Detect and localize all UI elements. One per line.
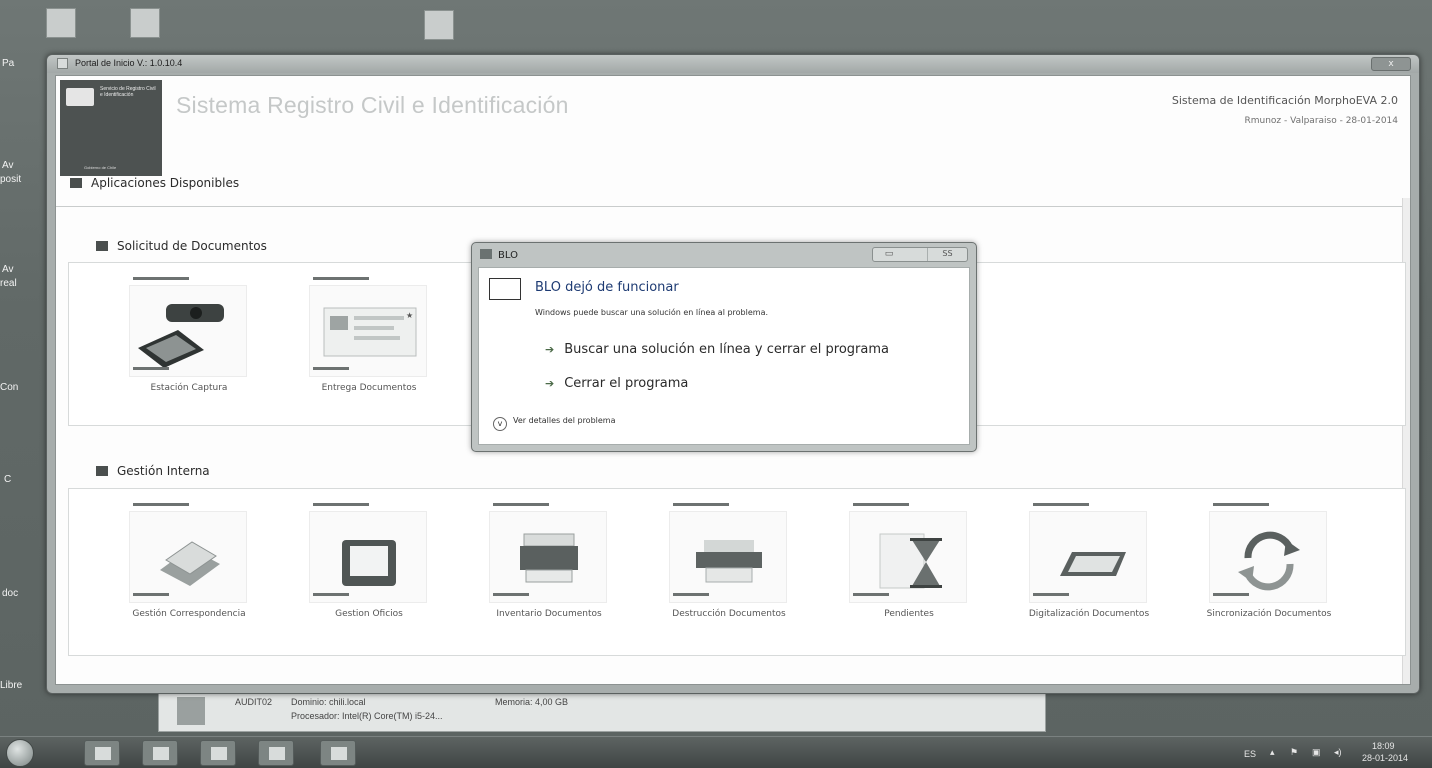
tray-up-arrow-icon[interactable]: ▴ bbox=[1270, 747, 1275, 758]
window-title: Portal de Inicio V.: 1.0.10.4 bbox=[75, 58, 183, 68]
chevron-down-icon: v bbox=[493, 417, 507, 431]
internal-section-header: Gestión Interna bbox=[96, 464, 210, 478]
portal-taskbar-icon[interactable] bbox=[320, 740, 356, 766]
document-icon[interactable] bbox=[424, 10, 454, 40]
inbox-tray-icon bbox=[309, 511, 427, 603]
clock-time[interactable]: 18:09 bbox=[1372, 741, 1395, 751]
app-tile-destruccion-documentos[interactable]: Destrucción Documentos bbox=[649, 497, 809, 637]
memory-text: Memoria: 4,00 GB bbox=[495, 697, 569, 707]
window-close-button[interactable]: x bbox=[1371, 57, 1411, 71]
system-tray: ES ▴ ⚑ ▣ ◂) 18:09 28-01-2014 bbox=[1224, 741, 1424, 767]
explorer-taskbar-icon[interactable] bbox=[142, 740, 178, 766]
app-tile-label: Destrucción Documentos bbox=[672, 609, 786, 619]
domain-text: Dominio: chili.local bbox=[291, 697, 366, 707]
media-player-taskbar-icon[interactable] bbox=[200, 740, 236, 766]
svg-text:★: ★ bbox=[406, 311, 413, 320]
scanner-icon bbox=[1029, 511, 1147, 603]
app-tile-label: Gestion Oficios bbox=[335, 609, 403, 619]
envelopes-icon bbox=[129, 511, 247, 603]
volume-icon[interactable]: ◂) bbox=[1334, 747, 1342, 758]
show-details-toggle[interactable]: v Ver detalles del problema bbox=[493, 416, 616, 431]
registro-civil-logo: Servicio de Registro Civil e Identificac… bbox=[60, 80, 162, 176]
start-button[interactable] bbox=[6, 739, 34, 767]
program-window-icon bbox=[489, 278, 521, 300]
error-dialog: BLO ▭ SS BLO dejó de funcionar Windows p… bbox=[471, 242, 977, 452]
search-solution-option[interactable]: ➔ Buscar una solución en línea y cerrar e… bbox=[545, 342, 889, 357]
ie-taskbar-icon[interactable] bbox=[84, 740, 120, 766]
network-icon[interactable]: ▣ bbox=[1312, 747, 1321, 758]
app-tile-pendientes[interactable]: Pendientes bbox=[829, 497, 989, 637]
app-tile-entrega-documentos[interactable]: ★ Entrega Documentos bbox=[289, 271, 449, 411]
app-tile-label: Digitalización Documentos bbox=[1028, 609, 1150, 619]
internal-section-title: Gestión Interna bbox=[117, 464, 210, 478]
window-app-icon bbox=[57, 58, 68, 69]
requests-section-header: Solicitud de Documentos bbox=[96, 239, 267, 253]
app-tile-label: Inventario Documentos bbox=[496, 609, 602, 619]
system-info-window: AUDIT02 Dominio: chili.local Memoria: 4,… bbox=[158, 692, 1046, 732]
app-tile-digitalizacion-documentos[interactable]: Digitalización Documentos bbox=[1009, 497, 1169, 637]
hourglass-icon bbox=[849, 511, 967, 603]
system-name: Sistema de Identificación MorphoEVA 2.0 bbox=[1171, 94, 1398, 107]
error-dialog-title-text: BLO bbox=[498, 250, 518, 261]
app-tile-sincronizacion-documentos[interactable]: Sincronización Documentos bbox=[1189, 497, 1349, 637]
details-label: Ver detalles del problema bbox=[513, 416, 616, 425]
language-indicator[interactable]: ES bbox=[1244, 749, 1256, 759]
green-arrow-icon: ➔ bbox=[545, 343, 555, 356]
computer-icon bbox=[177, 697, 205, 725]
available-apps-title: Aplicaciones Disponibles bbox=[91, 176, 240, 190]
app-taskbar-icon[interactable] bbox=[258, 740, 294, 766]
error-heading: BLO dejó de funcionar bbox=[535, 280, 679, 295]
app-tile-gestion-oficios[interactable]: Gestion Oficios bbox=[289, 497, 449, 637]
requests-section-title: Solicitud de Documentos bbox=[117, 239, 267, 253]
app-tile-label: Pendientes bbox=[884, 609, 934, 619]
app-tile-label: Estación Captura bbox=[150, 383, 228, 393]
shredder-icon bbox=[669, 511, 787, 603]
dialog-close-button[interactable]: SS bbox=[927, 248, 967, 261]
dialog-minimize-button[interactable]: ▭ bbox=[873, 248, 905, 261]
app-tile-label: Sincronización Documentos bbox=[1206, 609, 1332, 619]
action-center-flag-icon[interactable]: ⚑ bbox=[1290, 747, 1298, 758]
window-titlebar[interactable]: Portal de Inicio V.: 1.0.10.4 x bbox=[47, 55, 1419, 73]
close-program-option[interactable]: ➔ Cerrar el programa bbox=[545, 376, 688, 391]
clock-date[interactable]: 28-01-2014 bbox=[1362, 753, 1408, 763]
section-icon bbox=[96, 466, 108, 476]
internal-panel: Gestión Correspondencia Gestion Oficios bbox=[68, 488, 1406, 656]
logo-institution: Servicio de Registro Civil e Identificac… bbox=[100, 86, 156, 98]
app-title: Sistema Registro Civil e Identificación bbox=[176, 92, 569, 118]
printer-icon bbox=[489, 511, 607, 603]
id-card-icon: ★ bbox=[309, 285, 427, 377]
sync-arrows-icon bbox=[1209, 511, 1327, 603]
option-label: Cerrar el programa bbox=[564, 376, 689, 391]
available-apps-header: Aplicaciones Disponibles bbox=[70, 176, 239, 190]
user-location-date: Rmunoz - Valparaiso - 28-01-2014 bbox=[1244, 116, 1398, 126]
app-tile-label: Entrega Documentos bbox=[321, 383, 417, 393]
recycle-bin-icon[interactable] bbox=[46, 8, 76, 38]
green-arrow-icon: ➔ bbox=[545, 377, 555, 390]
logo-government: Gobierno de Chile bbox=[84, 165, 117, 170]
app-tile-estacion-captura[interactable]: Estación Captura bbox=[109, 271, 269, 411]
camera-signature-pad-icon bbox=[129, 285, 247, 377]
app-icon bbox=[480, 249, 492, 259]
section-icon bbox=[70, 178, 82, 188]
taskbar: ES ▴ ⚑ ▣ ◂) 18:09 28-01-2014 bbox=[0, 736, 1432, 768]
dialog-caption-buttons: ▭ SS bbox=[872, 247, 968, 262]
desktop: Pa Av posit Av real Con C doc Libre AUDI… bbox=[0, 0, 1432, 768]
app-tile-inventario-documentos[interactable]: Inventario Documentos bbox=[469, 497, 629, 637]
option-label: Buscar una solución en línea y cerrar el… bbox=[564, 342, 889, 357]
app-tile-label: Gestión Correspondencia bbox=[132, 609, 246, 619]
processor-text: Procesador: Intel(R) Core(TM) i5-24... bbox=[291, 711, 443, 721]
error-dialog-body: BLO dejó de funcionar Windows puede busc… bbox=[478, 267, 970, 445]
folder-icon[interactable] bbox=[130, 8, 160, 38]
app-tile-gestion-correspondencia[interactable]: Gestión Correspondencia bbox=[109, 497, 269, 637]
coat-of-arms-icon bbox=[66, 88, 94, 106]
section-icon bbox=[96, 241, 108, 251]
error-subtext: Windows puede buscar una solución en lín… bbox=[535, 308, 769, 317]
header-divider bbox=[56, 206, 1410, 207]
error-dialog-title: BLO bbox=[480, 249, 518, 261]
computer-name: AUDIT02 bbox=[235, 697, 273, 707]
